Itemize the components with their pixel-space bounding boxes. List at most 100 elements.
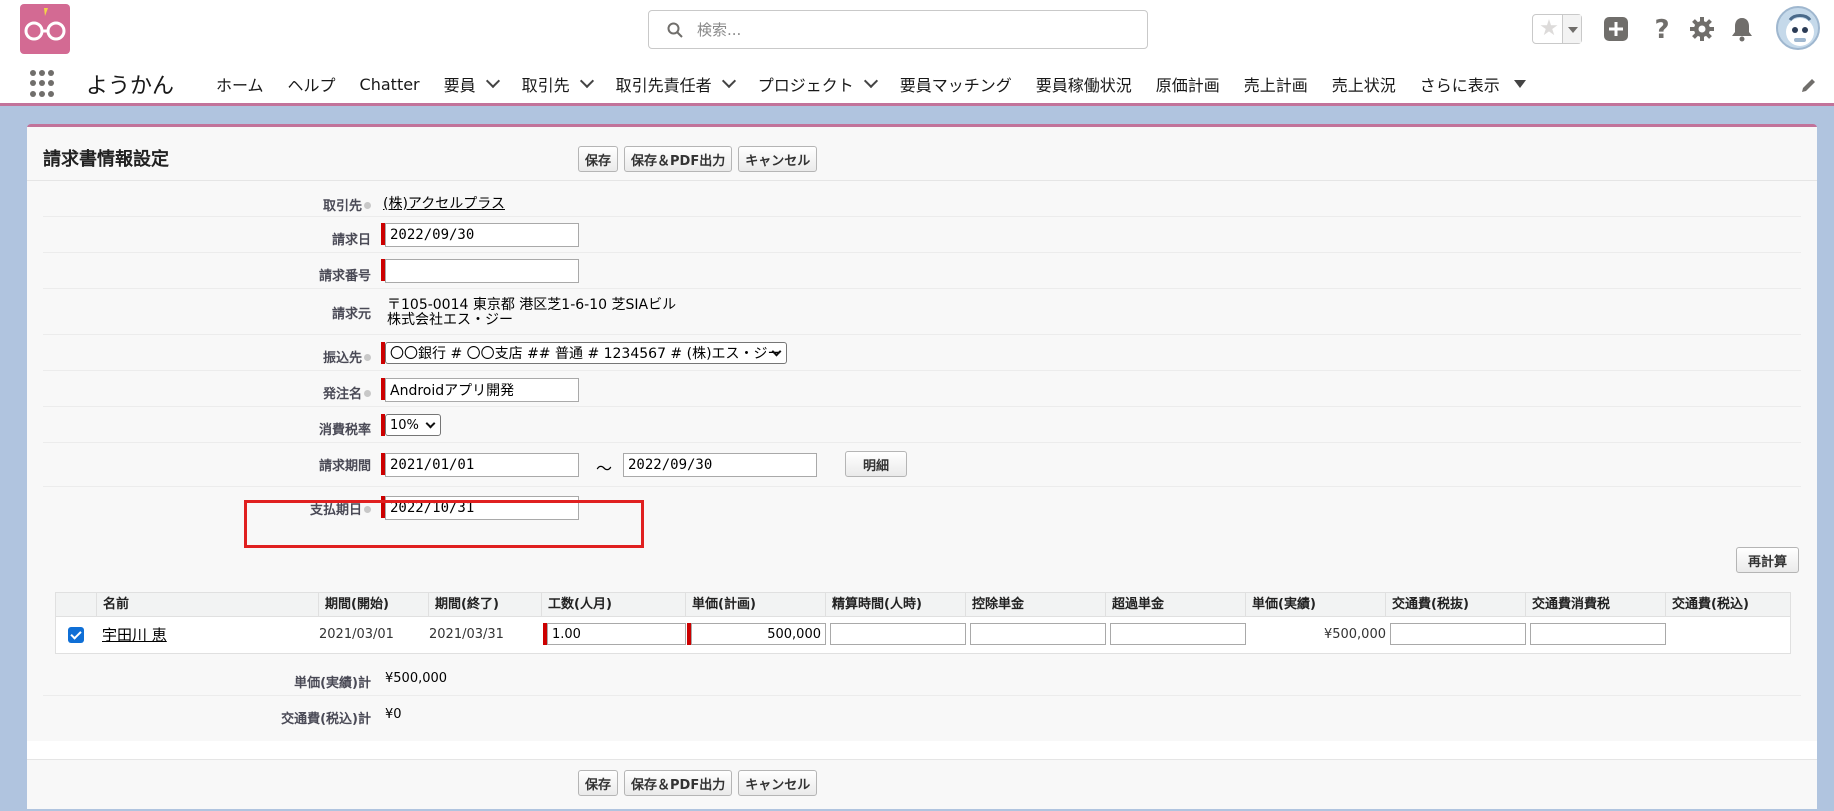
invoice-date-label: 請求日: [331, 233, 371, 248]
column-header-7: 超過単金: [1105, 593, 1245, 617]
help-icon[interactable]: [364, 202, 371, 209]
chevron-down-icon[interactable]: [485, 73, 500, 89]
period-end-input[interactable]: [623, 453, 817, 477]
excess-price-input[interactable]: [1110, 623, 1246, 645]
period-separator: ～: [596, 459, 613, 478]
tax-rate-select[interactable]: 10%: [385, 414, 441, 436]
issuer-row: 請求元 〒105-0014 東京都 港区芝1-6-10 芝SIAビル 株式会社エ…: [43, 289, 1801, 335]
column-header-10: 交通費消費税: [1525, 593, 1665, 617]
period-start-input[interactable]: [385, 453, 579, 477]
save-pdf-button[interactable]: 保存＆PDF出力: [624, 146, 733, 172]
column-header-9: 交通費(税抜): [1385, 593, 1525, 617]
nav-item-7[interactable]: 要員マッチング: [888, 62, 1024, 106]
nav-item-8[interactable]: 要員稼働状況: [1024, 62, 1144, 106]
global-header: ★ ?: [0, 0, 1834, 62]
help-icon[interactable]: [364, 390, 371, 397]
chevron-down-icon: [425, 418, 436, 429]
period-end-cell: 2021/03/31: [429, 627, 504, 642]
favorites-star-icon[interactable]: ★: [1536, 17, 1562, 41]
nav-item-label: 要員稼働状況: [1035, 76, 1132, 95]
nav-item-0[interactable]: ホーム: [204, 62, 276, 106]
recalculate-button[interactable]: 再計算: [1736, 547, 1799, 573]
favorites-group[interactable]: ★: [1532, 14, 1582, 44]
issuer-label: 請求元: [331, 307, 371, 322]
bank-select[interactable]: 〇〇銀行 # 〇〇支店 ## 普通 # 1234567 # (株)エス・ジー: [385, 342, 787, 364]
nav-item-5[interactable]: 取引先責任者: [604, 62, 746, 106]
caret-down-icon[interactable]: [1513, 80, 1526, 88]
column-header-6: 控除単金: [965, 593, 1105, 617]
nav-item-12[interactable]: さらに表示: [1408, 62, 1538, 106]
order-name-input[interactable]: [385, 378, 579, 402]
column-header-3: 工数(人月): [541, 593, 685, 617]
help-icon[interactable]: ?: [1648, 15, 1676, 43]
actual-price-cell: ¥500,000: [1323, 627, 1386, 642]
nav-item-11[interactable]: 売上状況: [1320, 62, 1408, 106]
save-pdf-button[interactable]: 保存＆PDF出力: [624, 770, 733, 796]
invoice-settings-card: 請求書情報設定 保存 保存＆PDF出力 キャンセル 取引先 (株)アクセルプラス…: [27, 124, 1817, 809]
column-header-2: 期間(終了): [428, 593, 541, 617]
nav-item-9[interactable]: 原価計画: [1144, 62, 1232, 106]
nav-item-label: 原価計画: [1155, 76, 1220, 95]
notification-bell-icon[interactable]: [1728, 15, 1756, 43]
nav-item-label: 取引先: [521, 76, 570, 95]
cancel-button[interactable]: キャンセル: [738, 146, 818, 172]
chevron-down-icon[interactable]: [579, 73, 594, 89]
nav-item-label: 要員: [443, 76, 476, 95]
member-table: 名前 期間(開始) 期間(終了) 工数(人月) 単価(計画) 精算時間(人時) 控除単金 超過…: [55, 592, 1791, 654]
chevron-down-icon[interactable]: [721, 73, 736, 89]
search-input[interactable]: [697, 19, 1117, 41]
nav-item-label: ヘルプ: [287, 76, 336, 95]
bank-label: 振込先: [323, 347, 371, 366]
settlement-hours-input[interactable]: [830, 623, 966, 645]
svg-text:?: ?: [1654, 15, 1669, 43]
save-button[interactable]: 保存: [578, 770, 619, 796]
member-name-link[interactable]: 宇田川 恵: [102, 617, 167, 653]
detail-button[interactable]: 明細: [845, 451, 907, 477]
app-launcher-icon[interactable]: [30, 70, 58, 98]
nav-item-label: ホーム: [216, 76, 264, 95]
account-label: 取引先: [323, 195, 371, 214]
save-button[interactable]: 保存: [578, 146, 619, 172]
transport-ex-tax-input[interactable]: [1390, 623, 1526, 645]
row-select-checkbox[interactable]: [68, 627, 84, 643]
bank-select-value: 〇〇銀行 # 〇〇支店 ## 普通 # 1234567 # (株)エス・ジー: [390, 346, 782, 362]
nav-item-label: 要員マッチング: [899, 76, 1012, 95]
app-logo[interactable]: [20, 4, 70, 54]
page-title: 請求書情報設定: [43, 149, 169, 170]
user-avatar[interactable]: [1776, 6, 1820, 50]
plan-price-input[interactable]: [691, 623, 826, 645]
page-block-footer: 保存 保存＆PDF出力 キャンセル: [27, 759, 1817, 809]
favorites-menu-chevron-icon[interactable]: [1562, 15, 1581, 43]
add-icon[interactable]: [1602, 15, 1630, 43]
nav-item-label: プロジェクト: [757, 76, 854, 95]
deduction-price-input[interactable]: [970, 623, 1106, 645]
app-navigation-bar: ようかん ホーム ヘルプ Chatter 要員 取引先 取引先責任者 プロジェクト 要員マッチ…: [0, 62, 1834, 106]
cancel-button[interactable]: キャンセル: [738, 770, 818, 796]
chevron-down-icon[interactable]: [863, 73, 878, 89]
invoice-date-input[interactable]: [385, 223, 579, 247]
nav-item-10[interactable]: 売上計画: [1232, 62, 1320, 106]
account-row: 取引先 (株)アクセルプラス: [43, 181, 1801, 217]
nav-item-1[interactable]: ヘルプ: [276, 62, 348, 106]
actual-total-label: 単価(実績)計: [294, 676, 371, 691]
issuer-line-1: 〒105-0014 東京都 港区芝1-6-10 芝SIAビル: [387, 297, 677, 313]
table-header-row: 名前 期間(開始) 期間(終了) 工数(人月) 単価(計画) 精算時間(人時) 控除単金 超過…: [56, 593, 1790, 617]
setup-gear-icon[interactable]: [1688, 15, 1716, 43]
nav-item-3[interactable]: 要員: [432, 62, 510, 106]
edit-nav-pencil-icon[interactable]: [1800, 76, 1818, 94]
nav-item-6[interactable]: プロジェクト: [746, 62, 888, 106]
nav-item-label: 取引先責任者: [615, 76, 712, 95]
column-header-1: 期間(開始): [318, 593, 428, 617]
account-link[interactable]: (株)アクセルプラス: [383, 193, 505, 213]
nav-item-label: 売上計画: [1243, 76, 1308, 95]
man-months-input[interactable]: [547, 623, 686, 645]
column-header-0: 名前: [96, 593, 318, 617]
transport-tax-input[interactable]: [1530, 623, 1666, 645]
invoice-number-input[interactable]: [385, 259, 579, 283]
column-header-4: 単価(計画): [685, 593, 825, 617]
nav-item-2[interactable]: Chatter: [348, 62, 432, 106]
app-name: ようかん: [86, 74, 175, 99]
help-icon[interactable]: [364, 354, 371, 361]
global-search[interactable]: [648, 10, 1148, 49]
nav-item-4[interactable]: 取引先: [510, 62, 604, 106]
